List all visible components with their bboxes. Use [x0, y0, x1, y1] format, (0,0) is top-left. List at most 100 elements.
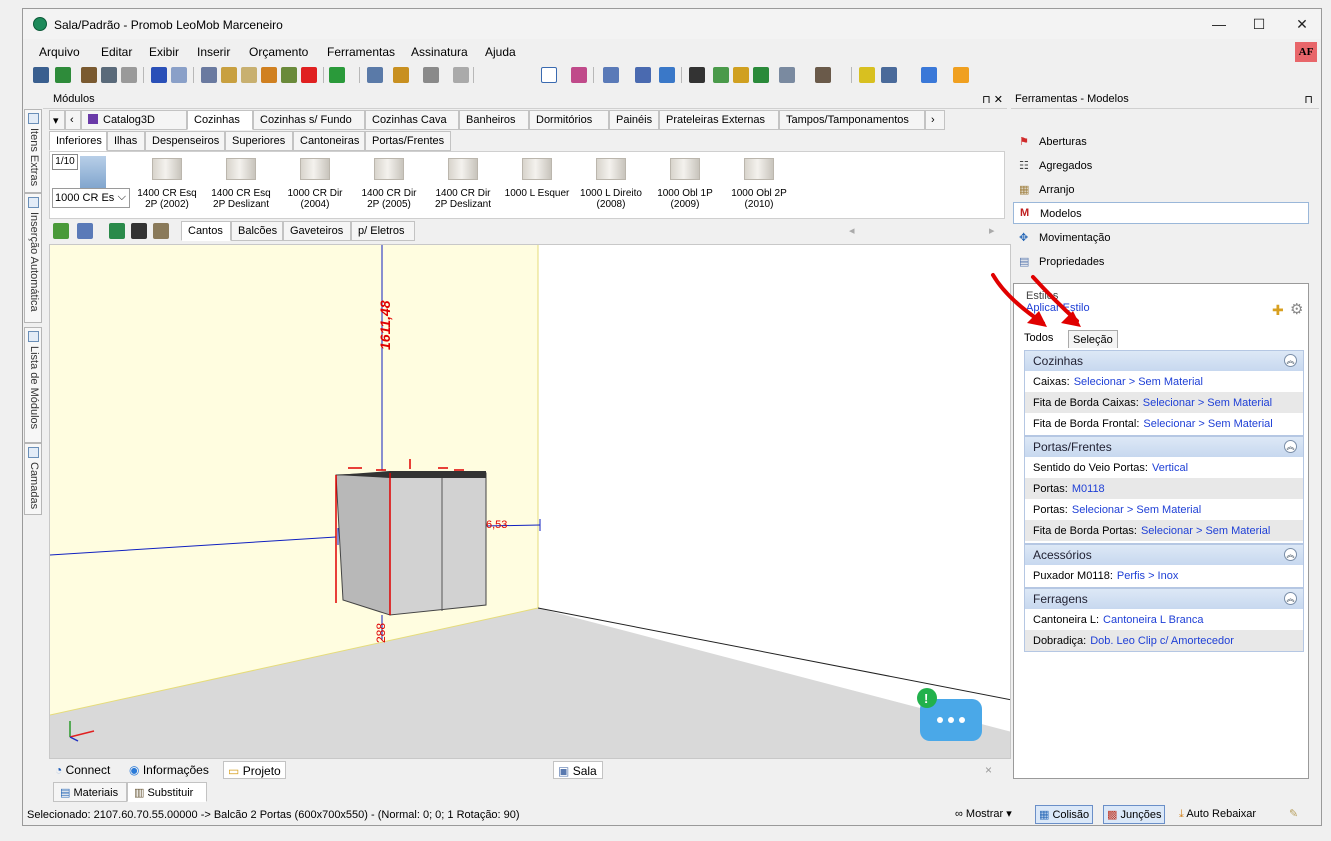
maximize-button[interactable]: ☐: [1245, 15, 1273, 33]
photo-icon[interactable]: [881, 67, 897, 83]
group-header[interactable]: Portas/Frentes ︽: [1025, 437, 1303, 457]
side-tab-itens-extras[interactable]: Itens Extras: [24, 109, 42, 193]
align-icon[interactable]: [393, 67, 409, 83]
menu-ferramentas[interactable]: Ferramentas: [327, 45, 395, 59]
nav-up-icon[interactable]: [53, 223, 69, 239]
tool-agregados[interactable]: ☷ Agregados: [1013, 155, 1309, 177]
settings-gear-icon[interactable]: ⚙: [1290, 300, 1303, 318]
subtab-portas-frentes[interactable]: Portas/Frentes: [365, 131, 451, 151]
property-value-link[interactable]: Perfis > Inox: [1117, 570, 1178, 582]
3d-icon[interactable]: [659, 67, 675, 83]
collision-toggle[interactable]: ▦ Colisão: [1035, 805, 1094, 824]
export-icon[interactable]: [55, 67, 71, 83]
property-value-link[interactable]: Selecionar > Sem Material: [1143, 418, 1272, 430]
substituir-tab[interactable]: ▥ Substituir: [127, 782, 207, 802]
pin-icon[interactable]: ⊓: [1304, 93, 1313, 106]
box-icon[interactable]: [815, 67, 831, 83]
materiais-tab[interactable]: ▤ Materiais: [53, 782, 127, 802]
property-value-link[interactable]: Vertical: [1152, 462, 1188, 474]
projeto-tab[interactable]: ▭ Projeto: [223, 761, 286, 779]
side-tab-insercao-automatica[interactable]: Inserção Automática: [24, 193, 42, 323]
tab-catalog3d[interactable]: Catalog3D: [81, 110, 187, 130]
filter-tab-cantos[interactable]: Cantos: [181, 221, 231, 241]
auto-lower-toggle[interactable]: ⤓ Auto Rebaixar: [1179, 808, 1256, 821]
paste-icon[interactable]: [241, 67, 257, 83]
menu-ajuda[interactable]: Ajuda: [485, 45, 516, 59]
subtab-superiores[interactable]: Superiores: [225, 131, 293, 151]
eye-icon[interactable]: [689, 67, 705, 83]
tool-movimentacao[interactable]: ✥ Movimentação: [1013, 227, 1309, 249]
tab-paineis[interactable]: Painéis: [609, 110, 659, 130]
insert-icon[interactable]: [713, 67, 729, 83]
select-icon[interactable]: [541, 67, 557, 83]
render2-icon[interactable]: [101, 67, 117, 83]
thumb-module-4[interactable]: 1400 CR Dir 2P (2005): [354, 158, 424, 210]
view-icon[interactable]: [603, 67, 619, 83]
thumb-module-5[interactable]: 1400 CR Dir 2P Deslizant: [428, 158, 498, 210]
tab-cozinhas-cava[interactable]: Cozinhas Cava: [365, 110, 459, 130]
arrow-left-icon[interactable]: [733, 67, 749, 83]
light-icon[interactable]: [859, 67, 875, 83]
subtab-cantoneiras[interactable]: Cantoneiras: [293, 131, 365, 151]
property-value-link[interactable]: Cantoneira L Branca: [1103, 614, 1204, 626]
grid-icon[interactable]: [453, 67, 469, 83]
menu-orcamento[interactable]: Orçamento: [249, 45, 308, 59]
user-icon[interactable]: [953, 67, 969, 83]
thumb-module-7[interactable]: 1000 L Direito (2008): [576, 158, 646, 210]
thumb-module-9[interactable]: 1000 Obl 2P (2010): [724, 158, 794, 210]
sala-tab[interactable]: ▣ Sala: [553, 761, 603, 779]
tab-banheiros[interactable]: Banheiros: [459, 110, 529, 130]
cabinet-front[interactable]: [389, 472, 487, 616]
shape-icon[interactable]: [423, 67, 439, 83]
show-menu-button[interactable]: ∞ Mostrar ▾: [955, 807, 1012, 820]
thumb-module-6[interactable]: 1000 L Esquer: [502, 158, 572, 210]
tab-scroll-left-icon[interactable]: ‹: [65, 110, 81, 130]
cut-icon[interactable]: [201, 67, 217, 83]
magic-icon[interactable]: [261, 67, 277, 83]
minimize-button[interactable]: —: [1205, 15, 1233, 33]
insert-module-icon[interactable]: [109, 223, 125, 239]
informacoes-tab[interactable]: ◉ Informações: [125, 761, 213, 779]
module-select-dropdown[interactable]: 1000 CR Es ⌵: [52, 188, 130, 208]
tab-scroll-right-icon[interactable]: ›: [925, 110, 945, 130]
filter-tab-balcoes[interactable]: Balcões: [231, 221, 283, 241]
user-avatar[interactable]: AF: [1295, 42, 1317, 62]
connect-tab[interactable]: ◔ Connect: [51, 761, 114, 779]
property-value-link[interactable]: Selecionar > Sem Material: [1141, 525, 1270, 537]
scroll-left-icon[interactable]: ◂: [849, 224, 855, 237]
close-window-button[interactable]: ✕: [1288, 15, 1316, 33]
tool-arranjo[interactable]: ▦ Arranjo: [1013, 179, 1309, 201]
menu-exibir[interactable]: Exibir: [149, 45, 179, 59]
price-icon[interactable]: [329, 67, 345, 83]
layout-icon[interactable]: [367, 67, 383, 83]
menu-inserir[interactable]: Inserir: [197, 45, 230, 59]
tool-aberturas[interactable]: ⚑ Aberturas: [1013, 131, 1309, 153]
group-header[interactable]: Ferragens ︽: [1025, 589, 1303, 609]
arrow-right-icon[interactable]: [753, 67, 769, 83]
save-icon[interactable]: [33, 67, 49, 83]
group-header[interactable]: Cozinhas ︽: [1025, 351, 1303, 371]
copy-icon[interactable]: [221, 67, 237, 83]
tab-dropdown-icon[interactable]: ▾: [49, 110, 65, 130]
menu-arquivo[interactable]: Arquivo: [39, 45, 80, 59]
tab-cozinhas[interactable]: Cozinhas: [187, 110, 253, 130]
side-tab-camadas[interactable]: Camadas: [24, 443, 42, 515]
measure-icon[interactable]: [281, 67, 297, 83]
filter-tab-gaveteiros[interactable]: Gaveteiros: [283, 221, 351, 241]
tab-prateleiras-externas[interactable]: Prateleiras Externas: [659, 110, 779, 130]
tab-tampos[interactable]: Tampos/Tamponamentos: [779, 110, 925, 130]
property-value-link[interactable]: M0118: [1072, 483, 1105, 495]
print-icon[interactable]: [121, 67, 137, 83]
render-icon[interactable]: [81, 67, 97, 83]
tool-modelos[interactable]: M Modelos: [1013, 202, 1309, 224]
joints-toggle[interactable]: ▩ Junções: [1103, 805, 1166, 824]
thumb-module-3[interactable]: 1000 CR Dir (2004): [280, 158, 350, 210]
window-icon[interactable]: [779, 67, 795, 83]
camera-icon[interactable]: [635, 67, 651, 83]
cabinet-side[interactable]: [335, 472, 391, 616]
property-value-link[interactable]: Selecionar > Sem Material: [1072, 504, 1201, 516]
property-value-link[interactable]: Selecionar > Sem Material: [1143, 397, 1272, 409]
modules-panel-pin-close[interactable]: ⊓ ✕: [982, 93, 1003, 106]
property-value-link[interactable]: Selecionar > Sem Material: [1074, 376, 1203, 388]
chat-icon[interactable]: [921, 67, 937, 83]
